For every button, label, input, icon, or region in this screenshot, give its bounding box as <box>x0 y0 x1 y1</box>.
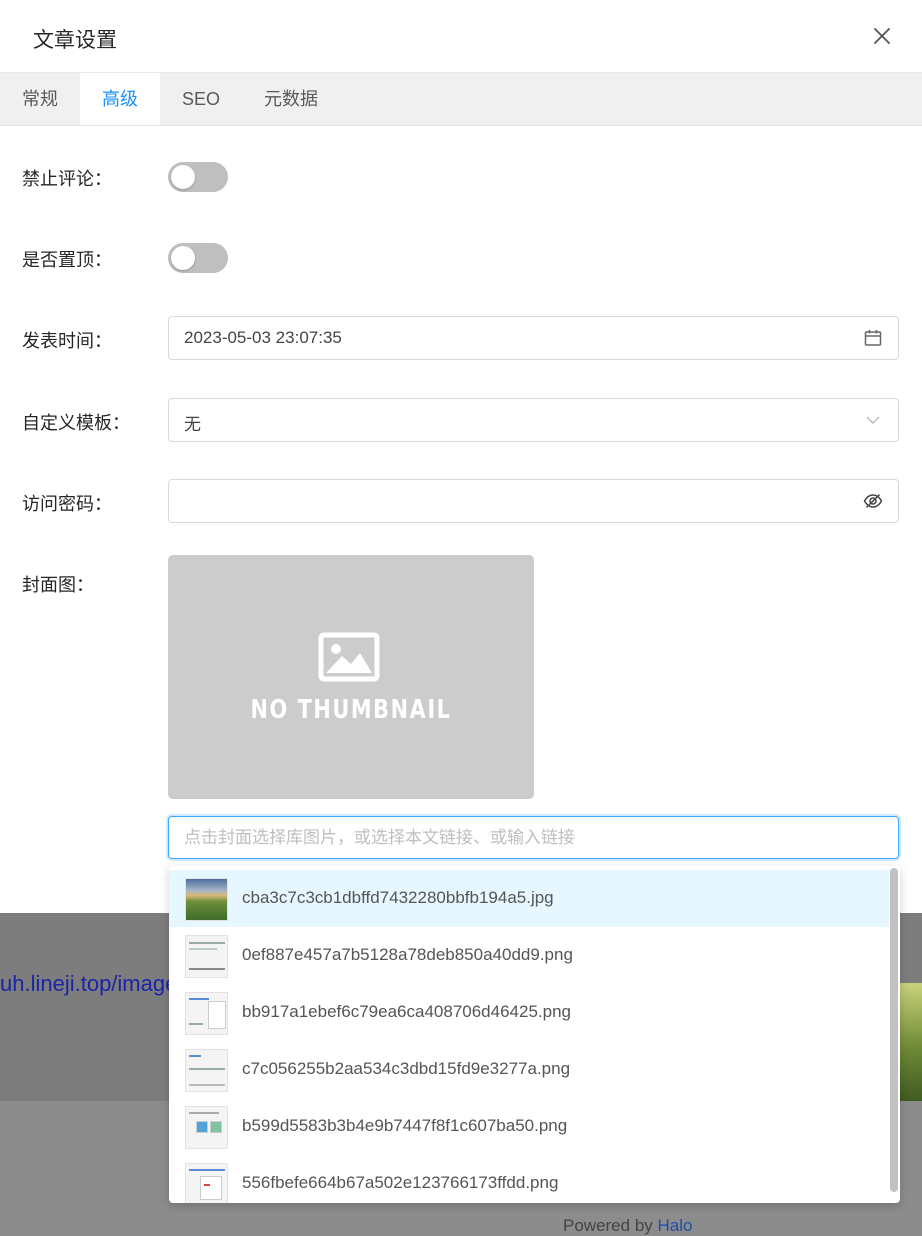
list-item[interactable]: cba3c7c3cb1dbffd7432280bbfb194a5.jpg <box>169 870 889 927</box>
custom-template-value: 无 <box>184 415 201 434</box>
background-link: uh.lineji.top/image <box>0 971 178 996</box>
tab-advanced[interactable]: 高级 <box>80 73 160 125</box>
image-thumbnail <box>185 935 228 978</box>
calendar-icon[interactable] <box>863 328 883 348</box>
list-item-name: bb917a1ebef6c79ea6ca408706d46425.png <box>242 1002 571 1021</box>
background-image <box>900 983 922 1101</box>
image-thumbnail <box>185 878 228 921</box>
custom-template-label: 自定义模板： <box>22 413 130 433</box>
access-password-input[interactable] <box>168 479 899 523</box>
image-thumbnail <box>185 1163 228 1203</box>
switch-knob <box>171 246 195 270</box>
list-item-name: b599d5583b3b4e9b7447f8f1c607ba50.png <box>242 1116 568 1135</box>
list-item-name: 0ef887e457a7b5128a78deb850a40dd9.png <box>242 945 573 964</box>
pin-top-switch[interactable] <box>168 243 228 273</box>
pin-top-label: 是否置顶： <box>22 250 112 270</box>
list-item[interactable]: 0ef887e457a7b5128a78deb850a40dd9.png <box>169 927 889 984</box>
chevron-down-icon <box>863 410 883 430</box>
image-thumbnail <box>185 1106 228 1149</box>
cover-label: 封面图： <box>22 575 94 595</box>
no-thumbnail-text: NO THUMBNAIL <box>250 695 452 725</box>
disable-comments-switch[interactable] <box>168 162 228 192</box>
disable-comments-label: 禁止评论： <box>22 169 112 189</box>
cover-suggestions-dropdown: cba3c7c3cb1dbffd7432280bbfb194a5.jpg 0ef… <box>169 866 900 1203</box>
eye-invisible-icon[interactable] <box>863 491 883 511</box>
image-thumbnail <box>185 992 228 1035</box>
close-icon <box>874 28 890 44</box>
post-settings-modal: 文章设置 常规 高级 SEO 元数据 禁止评论： 是否置顶： 发表时间： 202… <box>0 0 922 913</box>
list-item-name: 556fbefe664b67a502e123766173ffdd.png <box>242 1173 559 1192</box>
tab-metadata[interactable]: 元数据 <box>242 73 340 125</box>
list-item-name: c7c056255b2aa534c3dbd15fd9e3277a.png <box>242 1059 571 1078</box>
tab-general[interactable]: 常规 <box>0 73 80 125</box>
settings-tabs: 常规 高级 SEO 元数据 <box>0 73 922 126</box>
powered-by-text: Powered by <box>563 1216 653 1235</box>
dropdown-scrollbar[interactable] <box>890 868 898 1192</box>
tab-seo[interactable]: SEO <box>160 73 242 125</box>
switch-knob <box>171 165 195 189</box>
close-button[interactable] <box>868 22 896 50</box>
publish-time-label: 发表时间： <box>22 331 112 351</box>
halo-link[interactable]: Halo <box>658 1216 693 1235</box>
image-icon <box>318 632 380 682</box>
list-item[interactable]: b599d5583b3b4e9b7447f8f1c607ba50.png <box>169 1098 889 1155</box>
custom-template-select[interactable]: 无 <box>168 398 899 442</box>
modal-header: 文章设置 <box>0 0 922 73</box>
access-password-label: 访问密码： <box>22 494 112 514</box>
image-thumbnail <box>185 1049 228 1092</box>
publish-time-picker[interactable]: 2023-05-03 23:07:35 <box>168 316 899 360</box>
cover-url-input[interactable] <box>168 816 899 859</box>
modal-title: 文章设置 <box>33 29 117 52</box>
list-item[interactable]: c7c056255b2aa534c3dbd15fd9e3277a.png <box>169 1041 889 1098</box>
cover-thumbnail[interactable]: NO THUMBNAIL <box>168 555 534 799</box>
list-item[interactable]: 556fbefe664b67a502e123766173ffdd.png <box>169 1155 889 1203</box>
powered-by-footer: Powered by Halo <box>563 1216 692 1236</box>
publish-time-value: 2023-05-03 23:07:35 <box>184 328 342 347</box>
list-item-name: cba3c7c3cb1dbffd7432280bbfb194a5.jpg <box>242 888 554 907</box>
list-item[interactable]: bb917a1ebef6c79ea6ca408706d46425.png <box>169 984 889 1041</box>
